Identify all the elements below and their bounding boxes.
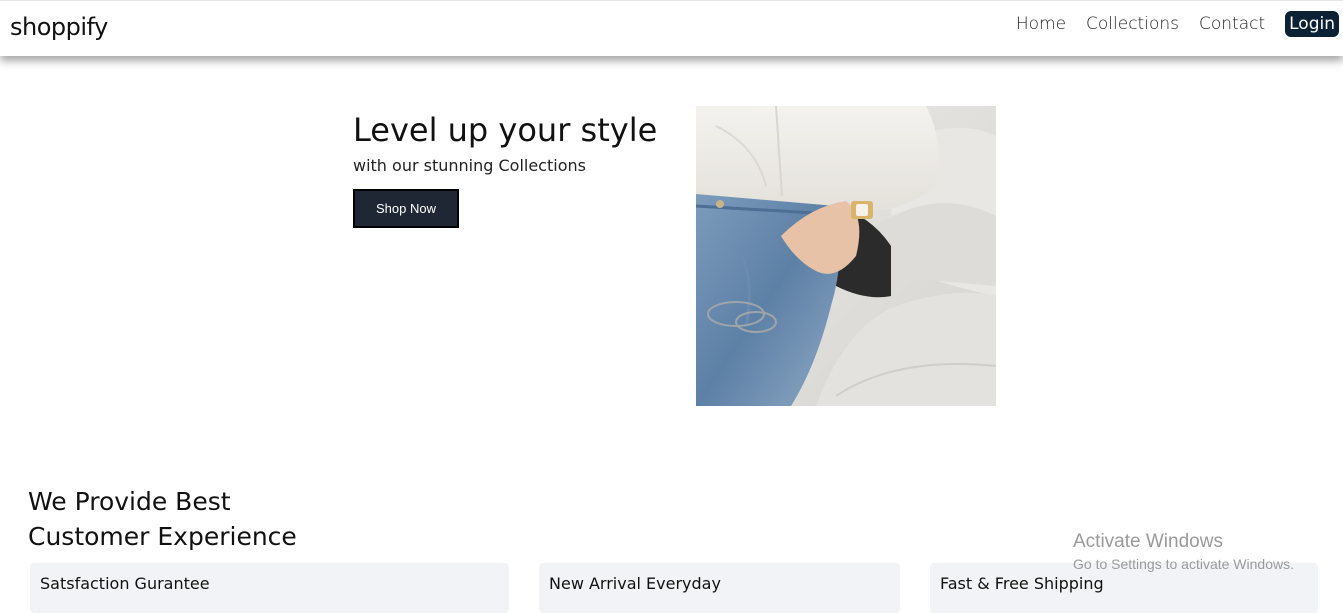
nav-link-collections[interactable]: Collections [1086, 14, 1179, 34]
section-title-line1: We Provide Best [28, 487, 231, 516]
section-title: We Provide Best Customer Experience [28, 484, 297, 554]
nav-links: Home Collections Contact Login [1016, 11, 1339, 37]
hero-image [696, 106, 996, 406]
section-title-line2: Customer Experience [28, 522, 297, 551]
shop-now-button[interactable]: Shop Now [353, 189, 459, 228]
brand-logo[interactable]: shoppify [10, 13, 108, 41]
feature-card-title: Fast & Free Shipping [940, 574, 1104, 593]
nav-link-home[interactable]: Home [1016, 14, 1066, 34]
watermark-title: Activate Windows [1073, 531, 1223, 552]
watermark-subtitle: Go to Settings to activate Windows. [1073, 556, 1294, 572]
login-button[interactable]: Login [1285, 11, 1339, 37]
hero-subtitle: with our stunning Collections [353, 156, 586, 175]
nav-link-contact[interactable]: Contact [1199, 14, 1265, 34]
windows-activation-watermark: Activate Windows Go to Settings to activ… [1073, 531, 1294, 574]
feature-card-title: New Arrival Everyday [549, 574, 721, 593]
hero-title: Level up your style [353, 111, 658, 149]
navbar: shoppify Home Collections Contact Login [0, 0, 1343, 56]
feature-card-title: Satsfaction Gurantee [40, 574, 210, 593]
